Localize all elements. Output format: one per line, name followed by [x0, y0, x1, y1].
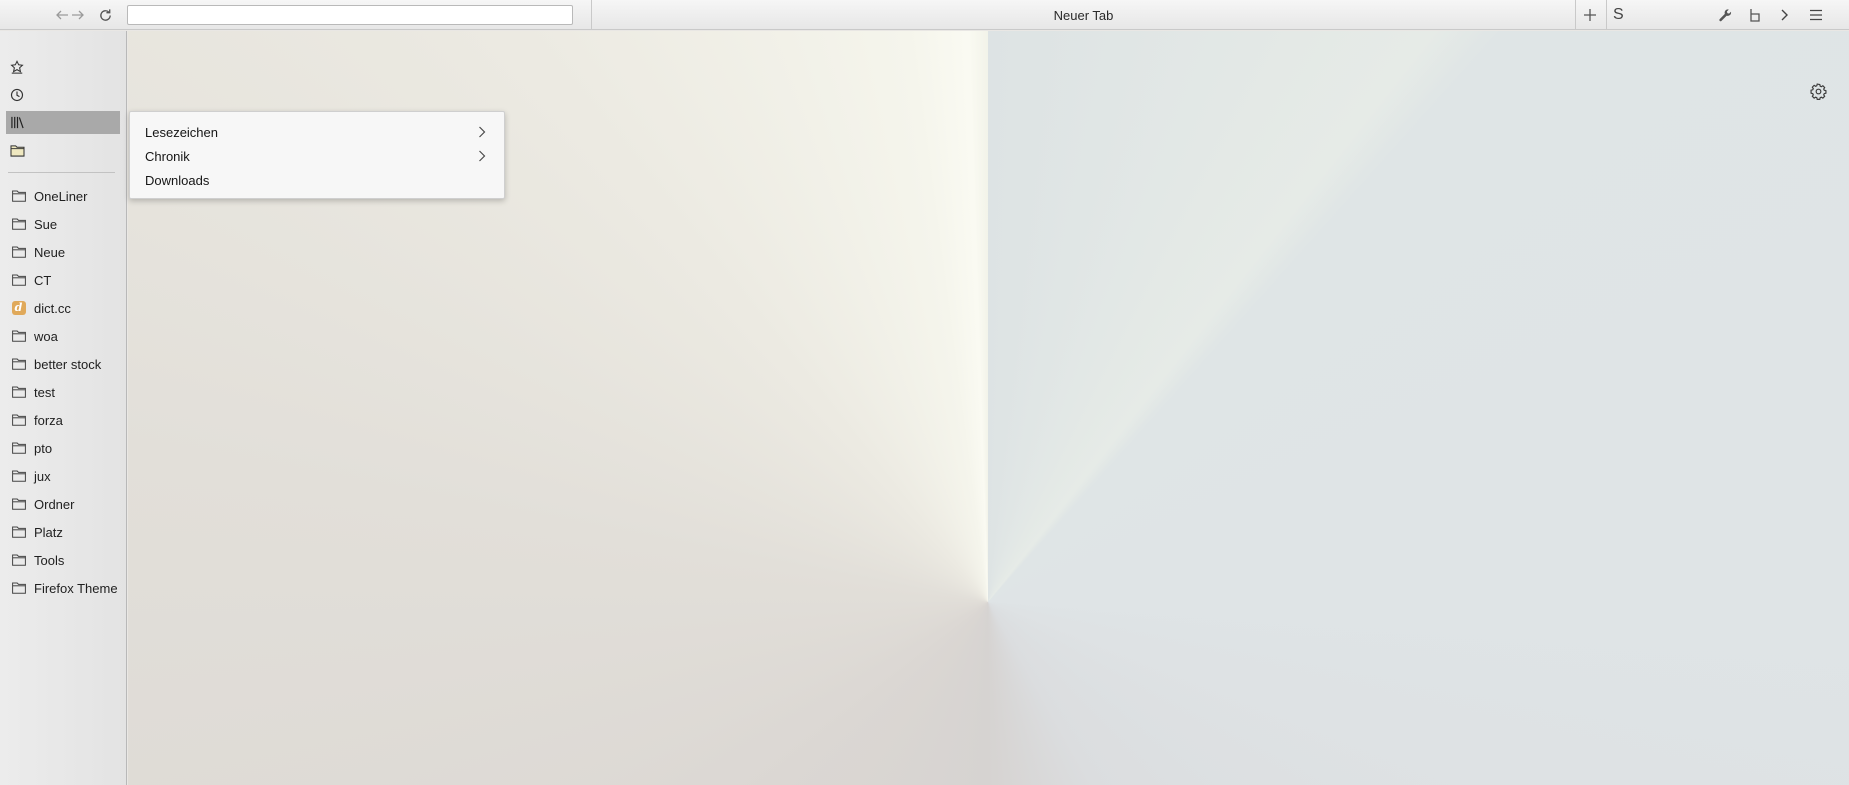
bookmark-label: Ordner	[34, 496, 75, 512]
bookmark-folder-item[interactable]: pto	[0, 434, 126, 462]
sidebar: OneLiner Sue Neue CT d dict.cc woa bette…	[0, 31, 127, 785]
bookmark-folder-item[interactable]: Neue	[0, 238, 126, 266]
bookmark-label: jux	[34, 468, 51, 484]
bookmark-folder-item[interactable]: forza	[0, 406, 126, 434]
toolbar-divider	[1575, 0, 1576, 30]
bookmark-folder-item[interactable]: better stock	[0, 350, 126, 378]
bookmark-label: dict.cc	[34, 300, 71, 316]
folder-icon	[11, 470, 26, 483]
bookmark-label: pto	[34, 440, 53, 456]
bookmark-folder-item[interactable]: woa	[0, 322, 126, 350]
bookmark-folder-item[interactable]: test	[0, 378, 126, 406]
extension-icon[interactable]	[1745, 5, 1765, 25]
bookmark-label: Sue	[34, 216, 58, 232]
bookmark-folder-item[interactable]: OneLiner	[0, 182, 126, 210]
menu-item-chronik[interactable]: Chronik	[130, 144, 504, 168]
folder-icon	[11, 582, 26, 595]
bookmark-label: Tools	[34, 552, 65, 568]
toolbar-divider	[1606, 0, 1607, 30]
bookmark-folder-item[interactable]: Firefox Theme	[0, 574, 126, 602]
bookmark-folder-item[interactable]: Tools	[0, 546, 126, 574]
bookmark-label: Neue	[34, 244, 66, 260]
browser-toolbar: Neuer Tab S	[0, 0, 1849, 30]
bookmark-link-item[interactable]: d dict.cc	[0, 294, 126, 322]
dict-cc-icon: d	[11, 301, 26, 315]
menu-item-lesezeichen[interactable]: Lesezeichen	[130, 120, 504, 144]
menu-item-downloads[interactable]: Downloads	[130, 168, 504, 192]
bookmark-label: better stock	[34, 356, 102, 372]
folder-icon	[11, 526, 26, 539]
history-clock-icon[interactable]	[6, 83, 120, 106]
folder-icon	[11, 358, 26, 371]
folder-icon	[11, 498, 26, 511]
folder-icon	[11, 274, 26, 287]
reload-icon[interactable]	[95, 5, 115, 25]
bookmark-folder-item[interactable]: jux	[0, 462, 126, 490]
menu-item-label: Lesezeichen	[145, 124, 218, 140]
library-icon[interactable]	[6, 111, 120, 134]
bookmark-folder-item[interactable]: Platz	[0, 518, 126, 546]
wrench-icon[interactable]	[1715, 5, 1735, 25]
chevron-right-icon[interactable]	[1775, 5, 1795, 25]
bookmark-label: Firefox Theme	[34, 580, 118, 596]
folder-icon	[11, 414, 26, 427]
arrow-forward-icon[interactable]	[68, 5, 88, 25]
bookmark-label: OneLiner	[34, 188, 88, 204]
plus-icon[interactable]	[1580, 5, 1600, 25]
folder-icon	[11, 386, 26, 399]
bookmark-folder-item[interactable]: Sue	[0, 210, 126, 238]
tab-title[interactable]: Neuer Tab	[592, 0, 1575, 30]
sidebar-divider	[8, 172, 115, 173]
star-icon[interactable]	[6, 55, 120, 78]
bookmark-folder-item[interactable]: CT	[0, 266, 126, 294]
folder-icon[interactable]	[6, 139, 120, 162]
menu-item-label: Chronik	[145, 148, 190, 164]
library-popup-menu: Lesezeichen Chronik Downloads	[129, 111, 505, 199]
extension-s-button[interactable]: S	[1613, 5, 1624, 25]
menu-item-label: Downloads	[145, 172, 210, 188]
bookmark-label: forza	[34, 412, 63, 428]
folder-icon	[11, 330, 26, 343]
dict-cc-favicon: d	[11, 301, 26, 315]
bookmark-list: OneLiner Sue Neue CT d dict.cc woa bette…	[0, 182, 126, 602]
bookmark-label: woa	[34, 328, 58, 344]
hamburger-icon[interactable]	[1806, 5, 1826, 25]
folder-icon	[11, 218, 26, 231]
folder-icon	[11, 190, 26, 203]
chevron-right-icon	[478, 126, 486, 138]
bookmark-folder-item[interactable]: Ordner	[0, 490, 126, 518]
gear-icon[interactable]	[1808, 81, 1828, 101]
bookmark-label: CT	[34, 272, 52, 288]
bookmark-label: test	[34, 384, 55, 400]
folder-icon	[11, 442, 26, 455]
bookmark-label: Platz	[34, 524, 63, 540]
folder-icon	[11, 246, 26, 259]
url-input[interactable]	[127, 5, 573, 25]
chevron-right-icon	[478, 150, 486, 162]
folder-icon	[11, 554, 26, 567]
